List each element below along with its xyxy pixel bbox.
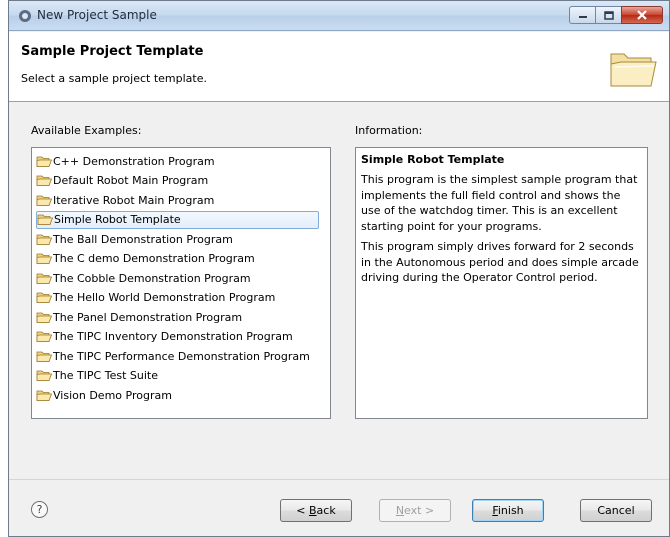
folder-icon xyxy=(36,390,52,401)
list-item-label: The Panel Demonstration Program xyxy=(53,310,243,324)
list-item-label: The C demo Demonstration Program xyxy=(53,252,255,265)
list-item-label: The Hello World Demonstration Program xyxy=(53,291,276,304)
folder-icon xyxy=(36,195,52,206)
list-item[interactable]: Default Robot Main Program xyxy=(36,172,212,190)
page-title: Sample Project Template xyxy=(21,44,204,59)
list-item[interactable]: The Ball Demonstration Program xyxy=(36,230,237,248)
window-title: New Project Sample xyxy=(37,8,157,22)
list-item[interactable]: Simple Robot Template xyxy=(36,210,319,229)
back-button[interactable]: < Back xyxy=(280,499,352,522)
help-button[interactable]: ? xyxy=(31,501,48,518)
information-label: Information: xyxy=(355,124,423,137)
information-panel: Simple Robot Template This program is th… xyxy=(355,147,648,419)
list-item[interactable]: The TIPC Test Suite xyxy=(36,367,162,385)
page-subtitle: Select a sample project template. xyxy=(21,72,207,85)
cancel-button[interactable]: Cancel xyxy=(580,499,652,522)
list-item[interactable]: Iterative Robot Main Program xyxy=(36,191,218,209)
folder-icon xyxy=(36,370,52,381)
list-item[interactable]: C++ Demonstration Program xyxy=(36,152,219,170)
list-item[interactable]: The C demo Demonstration Program xyxy=(36,250,259,268)
list-item-label: The TIPC Performance Demonstration Progr… xyxy=(53,349,310,363)
help-icon: ? xyxy=(36,503,43,516)
new-project-sample-dialog: New Project Sample Sample Project Templa… xyxy=(8,0,670,537)
folder-icon xyxy=(36,175,52,186)
list-item[interactable]: The Panel Demonstration Program xyxy=(36,308,246,326)
list-item-label: The TIPC Test Suite xyxy=(53,369,158,382)
back-button-label: < Back xyxy=(296,504,336,517)
folder-icon xyxy=(36,292,52,303)
maximize-button[interactable] xyxy=(595,6,621,24)
examples-list[interactable]: C++ Demonstration Program Default Robot M… xyxy=(31,147,331,419)
list-item-label: C++ Demonstration Program xyxy=(53,154,215,168)
folder-icon xyxy=(36,351,52,362)
list-item[interactable]: The TIPC Inventory Demonstration Program xyxy=(36,328,297,346)
folder-icon xyxy=(36,312,52,323)
folder-icon xyxy=(37,214,53,225)
footer-divider xyxy=(9,479,669,480)
minimize-button[interactable] xyxy=(569,6,595,24)
information-paragraph-2: This program simply drives forward for 2… xyxy=(361,240,639,284)
list-item[interactable]: The Cobble Demonstration Program xyxy=(36,269,255,287)
folder-icon xyxy=(36,156,52,167)
close-button[interactable] xyxy=(621,6,663,24)
folder-icon xyxy=(36,234,52,245)
list-item[interactable]: The Hello World Demonstration Program xyxy=(36,289,279,307)
list-item-label: Simple Robot Template xyxy=(54,213,181,226)
maximize-icon xyxy=(603,10,614,20)
folder-icon xyxy=(36,273,52,284)
minimize-icon xyxy=(578,16,587,18)
window-controls xyxy=(569,6,663,24)
open-folder-icon xyxy=(610,53,657,87)
wizard-header: Sample Project Template Select a sample … xyxy=(9,32,669,102)
title-bar[interactable]: New Project Sample xyxy=(9,1,669,31)
close-icon xyxy=(637,10,647,20)
list-item-label: Default Robot Main Program xyxy=(53,174,209,187)
list-item-label: Iterative Robot Main Program xyxy=(53,193,215,207)
next-button-label: Next > xyxy=(395,504,435,517)
list-item[interactable]: Vision Demo Program xyxy=(36,386,176,404)
list-item-label: The Cobble Demonstration Program xyxy=(53,271,251,285)
information-paragraph-1: This program is the simplest sample prog… xyxy=(361,173,638,233)
list-item-label: Vision Demo Program xyxy=(53,388,172,402)
app-icon xyxy=(19,10,31,22)
information-title: Simple Robot Template xyxy=(361,153,505,166)
folder-icon xyxy=(36,331,52,342)
list-item-label: The TIPC Inventory Demonstration Program xyxy=(53,330,293,343)
next-button[interactable]: Next > xyxy=(379,499,451,522)
list-item[interactable]: The TIPC Performance Demonstration Progr… xyxy=(36,347,314,365)
finish-button-label: Finish xyxy=(492,504,524,517)
available-examples-label: Available Examples: xyxy=(31,124,142,137)
list-item-label: The Ball Demonstration Program xyxy=(53,232,233,246)
finish-button[interactable]: Finish xyxy=(472,499,544,522)
folder-icon xyxy=(36,253,52,264)
cancel-button-label: Cancel xyxy=(597,504,635,517)
